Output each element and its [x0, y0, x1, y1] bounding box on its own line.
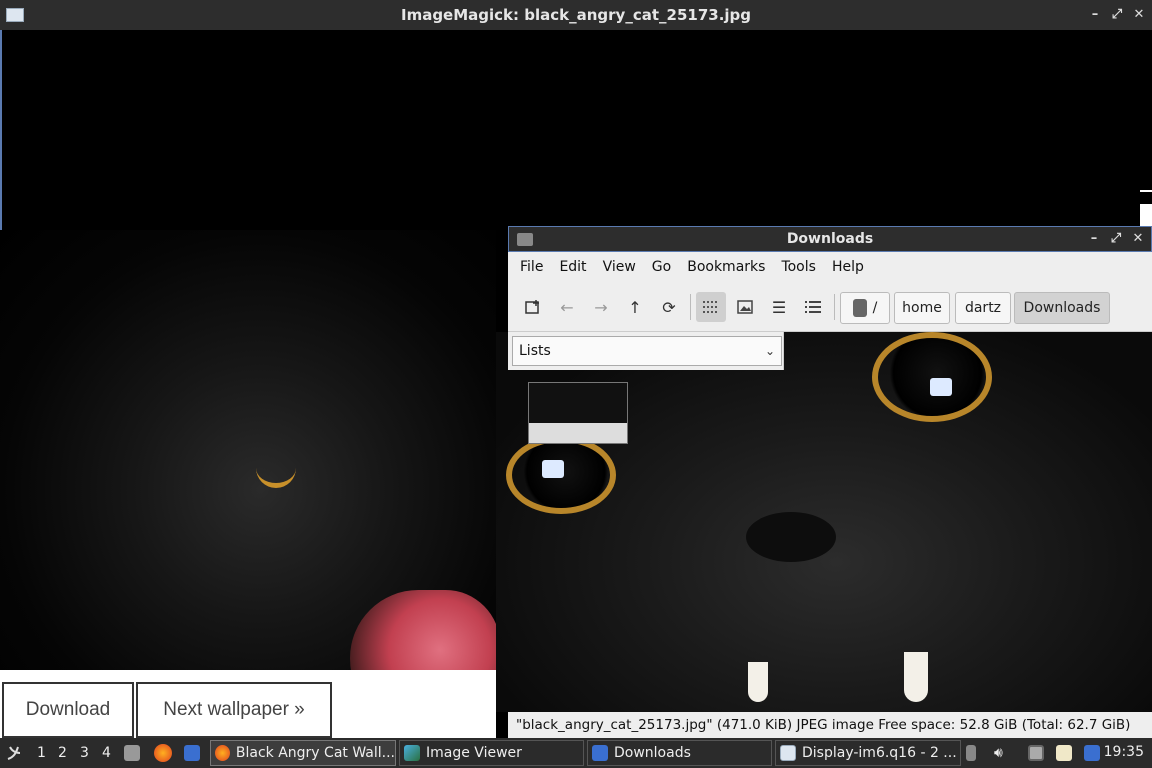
- breadcrumb-dartz[interactable]: dartz: [955, 292, 1011, 324]
- taskbar: 1 2 3 4 Black Angry Cat Wall... Image Vi…: [0, 738, 1152, 768]
- side-pane: Lists ⌄: [508, 332, 784, 370]
- image-fragment: [1140, 190, 1152, 192]
- menu-edit[interactable]: Edit: [551, 259, 594, 275]
- task-label: Image Viewer: [426, 745, 522, 761]
- firefox-icon: [215, 745, 230, 761]
- side-pane-mode-select[interactable]: Lists ⌄: [512, 336, 782, 366]
- cat-eye: [256, 460, 296, 488]
- clipboard-icon[interactable]: [1056, 738, 1072, 768]
- up-icon[interactable]: ↑: [620, 292, 650, 322]
- file-manager-launcher-icon[interactable]: [124, 738, 140, 768]
- side-pane-mode-value: Lists: [519, 343, 551, 359]
- window-icon: [6, 8, 24, 22]
- menu-help[interactable]: Help: [824, 259, 872, 275]
- cat-nose: [746, 512, 836, 562]
- folder-icon: [592, 745, 608, 761]
- menu-file[interactable]: File: [512, 259, 551, 275]
- desktop-1[interactable]: 1: [37, 745, 46, 761]
- back-icon[interactable]: ←: [552, 292, 582, 322]
- minimize-icon[interactable]: –: [1087, 227, 1101, 251]
- file-manager-window: Downloads – ⤢ ✕ File Edit View Go Bookma…: [496, 226, 1152, 738]
- file-manager-title: Downloads: [786, 231, 874, 247]
- removable-drive-icon[interactable]: [966, 738, 976, 768]
- menu-go[interactable]: Go: [644, 259, 679, 275]
- task-label: Black Angry Cat Wall...: [235, 745, 395, 761]
- menu-tools[interactable]: Tools: [773, 259, 824, 275]
- image-fragment: [1140, 204, 1152, 226]
- cat-wallpaper-image: [0, 230, 500, 740]
- task-display-im6[interactable]: Display-im6.q16 - 2 ...: [775, 740, 961, 766]
- compact-view-icon[interactable]: ☰: [764, 292, 794, 322]
- desktop-2[interactable]: 2: [58, 745, 67, 761]
- icon-view-icon[interactable]: [696, 292, 726, 322]
- start-menu-icon[interactable]: [4, 738, 24, 768]
- minimize-icon[interactable]: –: [1088, 0, 1102, 30]
- network-icon[interactable]: [1028, 738, 1044, 768]
- window-border: [0, 30, 2, 230]
- imagemagick-window: ImageMagick: black_angry_cat_25173.jpg –…: [0, 0, 1152, 230]
- clock: 19:35: [1103, 744, 1144, 760]
- imagemagick-canvas[interactable]: [0, 30, 1152, 230]
- desktop-3[interactable]: 3: [80, 745, 89, 761]
- maximize-icon[interactable]: ⤢: [1110, 0, 1124, 30]
- task-label: Downloads: [614, 745, 691, 761]
- new-tab-icon[interactable]: [518, 292, 548, 322]
- menu-view[interactable]: View: [595, 259, 644, 275]
- maximize-icon[interactable]: ⤢: [1109, 227, 1123, 251]
- breadcrumb-home[interactable]: home: [894, 292, 950, 324]
- drive-icon: [852, 299, 867, 317]
- close-icon[interactable]: ✕: [1131, 227, 1145, 251]
- thumbnail-view-icon[interactable]: [730, 292, 760, 322]
- breadcrumb-downloads[interactable]: Downloads: [1014, 292, 1110, 324]
- cat-eye: [872, 332, 992, 422]
- task-firefox[interactable]: Black Angry Cat Wall...: [210, 740, 396, 766]
- menu-bookmarks[interactable]: Bookmarks: [679, 259, 773, 275]
- folder-icon: [517, 233, 533, 246]
- desktop-launcher-icon[interactable]: [184, 738, 200, 768]
- cat-fang: [748, 662, 768, 702]
- desktop-4[interactable]: 4: [102, 745, 111, 761]
- task-image-viewer[interactable]: Image Viewer: [399, 740, 584, 766]
- reload-icon[interactable]: ⟳: [654, 292, 684, 322]
- imagemagick-titlebar[interactable]: ImageMagick: black_angry_cat_25173.jpg –…: [0, 0, 1152, 30]
- volume-icon[interactable]: 🔊︎: [994, 738, 1003, 768]
- forward-icon[interactable]: →: [586, 292, 616, 322]
- close-icon[interactable]: ✕: [1132, 0, 1146, 30]
- breadcrumb-root-label: /: [872, 300, 878, 316]
- task-downloads[interactable]: Downloads: [587, 740, 772, 766]
- cat-eye: [506, 436, 616, 514]
- file-thumbnail[interactable]: [528, 382, 628, 444]
- next-wallpaper-button[interactable]: Next wallpaper »: [136, 682, 332, 738]
- toolbar: ← → ↑ ⟳ ☰ / home dartz Downloads: [508, 282, 1152, 332]
- breadcrumb-root[interactable]: /: [840, 292, 890, 324]
- firefox-launcher-icon[interactable]: [154, 738, 172, 768]
- download-button[interactable]: Download: [2, 682, 134, 738]
- detailed-list-view-icon[interactable]: [798, 292, 828, 322]
- task-label: Display-im6.q16 - 2 ...: [802, 745, 957, 761]
- cat-fang: [904, 652, 928, 702]
- image-viewer-icon: [404, 745, 420, 761]
- status-bar: "black_angry_cat_25173.jpg" (471.0 KiB) …: [508, 712, 1152, 738]
- chevron-down-icon: ⌄: [764, 344, 775, 358]
- file-manager-titlebar[interactable]: Downloads – ⤢ ✕: [508, 226, 1152, 252]
- menu-bar: File Edit View Go Bookmarks Tools Help: [508, 252, 1152, 282]
- notification-icon[interactable]: [1084, 738, 1100, 768]
- window-icon: [780, 745, 796, 761]
- imagemagick-title: ImageMagick: black_angry_cat_25173.jpg: [400, 6, 752, 24]
